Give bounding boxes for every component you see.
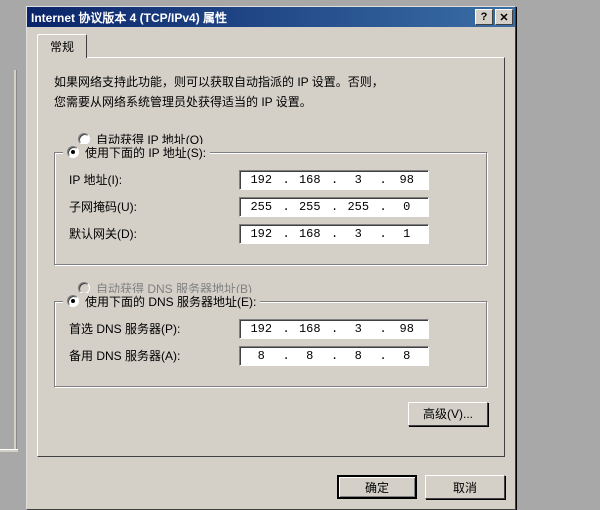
pref-dns-input[interactable]: 192. 168. 3. 98 (239, 319, 429, 339)
radio-manual-dns[interactable] (67, 295, 79, 307)
tab-general[interactable]: 常规 (37, 34, 87, 58)
cancel-button[interactable]: 取消 (425, 475, 505, 499)
tabpanel-general: 如果网络支持此功能，则可以获取自动指派的 IP 设置。否则， 您需要从网络系统管… (37, 57, 505, 457)
ip-address-input[interactable]: 192. 168. 3. 98 (239, 170, 429, 190)
gateway-label: 默认网关(D): (69, 225, 239, 242)
radio-manual-ip-label: 使用下面的 IP 地址(S): (85, 144, 206, 161)
advanced-row: 高级(V)... (54, 402, 488, 426)
window-title: Internet 协议版本 4 (TCP/IPv4) 属性 (31, 9, 473, 26)
alt-dns-input[interactable]: 8. 8. 8. 8 (239, 346, 429, 366)
alt-dns-row: 备用 DNS 服务器(A): 8. 8. 8. 8 (69, 346, 473, 366)
titlebar[interactable]: Internet 协议版本 4 (TCP/IPv4) 属性 ? ✕ (27, 7, 515, 27)
tabstrip: 常规 (37, 33, 505, 57)
tcpip-properties-dialog: Internet 协议版本 4 (TCP/IPv4) 属性 ? ✕ 常规 如果网… (26, 6, 516, 510)
client-area: 常规 如果网络支持此功能，则可以获取自动指派的 IP 设置。否则， 您需要从网络… (27, 27, 515, 467)
advanced-button[interactable]: 高级(V)... (408, 402, 488, 426)
subnet-mask-row: 子网掩码(U): 255. 255. 255. 0 (69, 197, 473, 217)
subnet-mask-label: 子网掩码(U): (69, 198, 239, 215)
description-text: 如果网络支持此功能，则可以获取自动指派的 IP 设置。否则， 您需要从网络系统管… (54, 72, 488, 113)
radio-manual-ip-row[interactable]: 使用下面的 IP 地址(S): (63, 144, 210, 161)
close-button[interactable]: ✕ (495, 9, 513, 25)
gateway-row: 默认网关(D): 192. 168. 3. 1 (69, 224, 473, 244)
pref-dns-row: 首选 DNS 服务器(P): 192. 168. 3. 98 (69, 319, 473, 339)
help-button[interactable]: ? (475, 9, 493, 25)
gateway-input[interactable]: 192. 168. 3. 1 (239, 224, 429, 244)
radio-manual-dns-row[interactable]: 使用下面的 DNS 服务器地址(E): (63, 293, 260, 310)
radio-manual-dns-label: 使用下面的 DNS 服务器地址(E): (85, 293, 256, 310)
pref-dns-label: 首选 DNS 服务器(P): (69, 320, 239, 337)
alt-dns-label: 备用 DNS 服务器(A): (69, 347, 239, 364)
ip-groupbox: 使用下面的 IP 地址(S): IP 地址(I): 192. 168. 3. 9… (54, 152, 488, 266)
radio-manual-ip[interactable] (67, 146, 79, 158)
ok-button[interactable]: 确定 (337, 475, 417, 499)
ip-address-label: IP 地址(I): (69, 171, 239, 188)
ip-address-row: IP 地址(I): 192. 168. 3. 98 (69, 170, 473, 190)
dns-groupbox: 使用下面的 DNS 服务器地址(E): 首选 DNS 服务器(P): 192. … (54, 301, 488, 388)
subnet-mask-input[interactable]: 255. 255. 255. 0 (239, 197, 429, 217)
